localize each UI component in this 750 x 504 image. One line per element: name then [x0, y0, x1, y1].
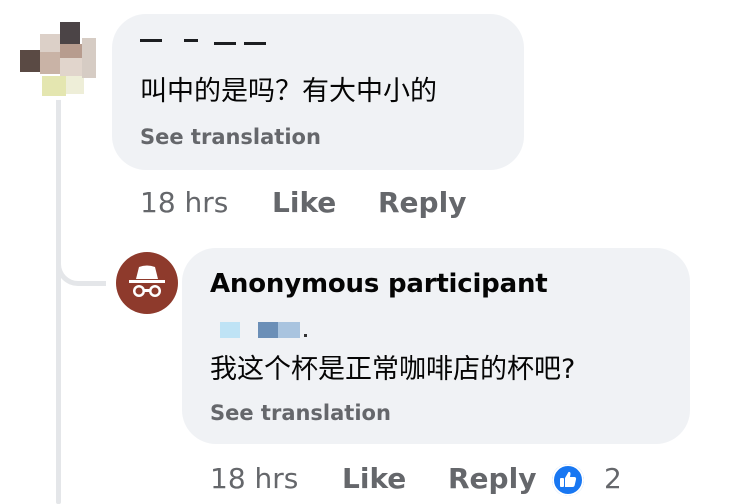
- author-name[interactable]: Anonymous participant: [210, 271, 548, 297]
- reply-branch-line: [56, 230, 106, 286]
- incognito-icon[interactable]: [116, 252, 178, 314]
- avatar[interactable]: [18, 20, 98, 100]
- see-translation-link[interactable]: See translation: [210, 403, 391, 424]
- redacted-tag: [220, 318, 330, 342]
- like-button[interactable]: Like: [342, 465, 406, 493]
- comment-text: 我这个杯是正常咖啡店的杯吧?: [210, 354, 576, 385]
- comment-timestamp[interactable]: 18 hrs: [210, 465, 298, 493]
- comment-timestamp[interactable]: 18 hrs: [140, 189, 228, 217]
- like-button[interactable]: Like: [272, 189, 336, 217]
- reply-button[interactable]: Reply: [448, 465, 536, 493]
- reaction-count[interactable]: 2: [604, 465, 622, 493]
- see-translation-link[interactable]: See translation: [140, 127, 321, 148]
- thread-line: [56, 90, 61, 504]
- redacted-author-name: [140, 32, 270, 46]
- reply-button[interactable]: Reply: [378, 189, 466, 217]
- comment-text: 叫中的是吗？有大中小的: [140, 76, 437, 107]
- thumbs-up-icon[interactable]: [552, 464, 584, 496]
- comment-actions: 18 hrs Like Reply: [140, 189, 480, 221]
